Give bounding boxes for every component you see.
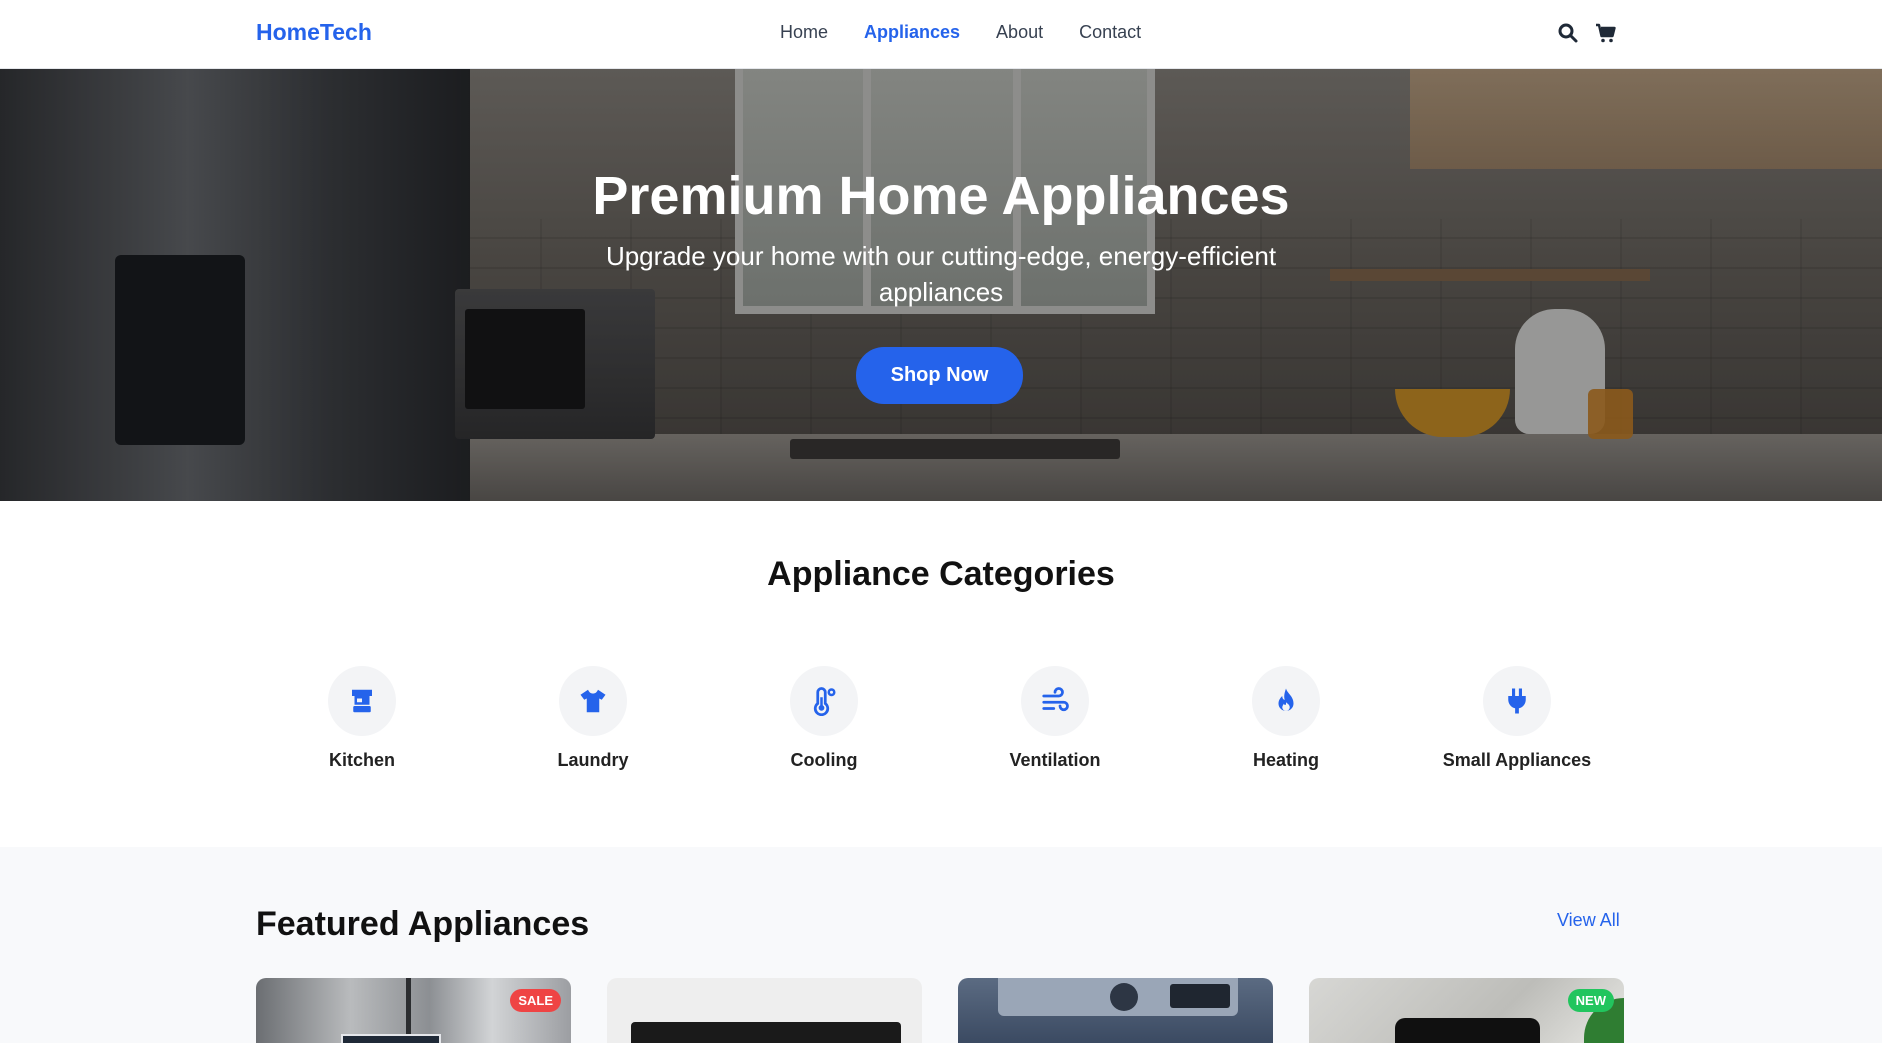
category-label: Kitchen <box>328 750 395 770</box>
product-card-air-fryer[interactable]: NEW <box>1309 978 1624 1043</box>
air-fryer-image <box>1395 1018 1540 1043</box>
category-cooling[interactable]: Cooling <box>724 666 924 771</box>
nav-link-appliances[interactable]: Appliances <box>864 22 960 43</box>
category-icon-circle <box>1483 666 1551 736</box>
category-icon-circle <box>1021 666 1089 736</box>
product-card-washing-machine[interactable] <box>958 978 1273 1043</box>
category-icon-circle <box>559 666 627 736</box>
fridge-screen <box>341 1034 441 1043</box>
wind-icon <box>1042 687 1069 712</box>
main-menu: Home Appliances About Contact <box>780 22 1141 43</box>
category-icon-circle <box>328 666 396 736</box>
category-label: Heating <box>1252 750 1319 770</box>
washer-display <box>1170 984 1230 1008</box>
category-label: Small Appliances <box>1442 750 1592 770</box>
blender-icon <box>352 689 372 713</box>
view-all-link[interactable]: View All <box>1557 910 1620 931</box>
featured-title: Featured Appliances <box>256 905 590 943</box>
search-icon[interactable] <box>1556 21 1580 45</box>
cooktop-image <box>631 1022 901 1043</box>
logo[interactable]: HomeTech <box>256 19 372 46</box>
fire-icon <box>1278 688 1294 711</box>
shirt-icon <box>580 689 606 713</box>
category-icon-circle <box>790 666 858 736</box>
category-heating[interactable]: Heating <box>1186 666 1386 771</box>
category-small-appliances[interactable]: Small Appliances <box>1417 666 1617 771</box>
new-badge: NEW <box>1567 989 1614 1012</box>
plug-icon <box>1508 688 1526 714</box>
product-card-cooktop[interactable] <box>607 978 922 1043</box>
cart-icon[interactable] <box>1594 21 1618 45</box>
hero-title: Premium Home Appliances <box>592 166 1290 226</box>
categories-title: Appliance Categories <box>767 555 1115 593</box>
category-label: Cooling <box>790 750 858 770</box>
washer-knob <box>1110 983 1138 1011</box>
hero-subtitle: Upgrade your home with our cutting-edge,… <box>605 241 1277 307</box>
category-icon-circle <box>1252 666 1320 736</box>
top-navbar: HomeTech Home Appliances About Contact <box>0 0 1882 69</box>
category-label: Ventilation <box>1009 750 1101 770</box>
thermometer-icon <box>813 687 836 716</box>
category-ventilation[interactable]: Ventilation <box>955 666 1155 771</box>
category-kitchen[interactable]: Kitchen <box>262 666 462 771</box>
nav-icons <box>1556 21 1618 45</box>
nav-link-contact[interactable]: Contact <box>1079 22 1141 43</box>
sale-badge: SALE <box>510 989 561 1012</box>
nav-link-home[interactable]: Home <box>780 22 828 43</box>
nav-link-about[interactable]: About <box>996 22 1043 43</box>
category-label: Laundry <box>557 750 629 770</box>
product-card-refrigerator[interactable]: SALE <box>256 978 571 1043</box>
shop-now-button[interactable]: Shop Now <box>856 347 1023 404</box>
category-laundry[interactable]: Laundry <box>493 666 693 771</box>
